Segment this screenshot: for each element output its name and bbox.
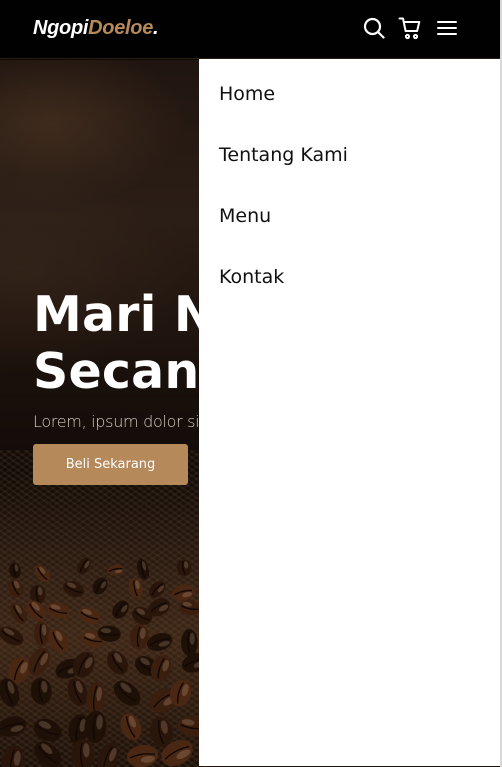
coffee-bean <box>46 602 70 619</box>
coffee-bean <box>97 742 119 767</box>
coffee-bean <box>107 650 128 675</box>
coffee-bean <box>128 578 143 599</box>
logo-primary-text: Ngopi <box>33 17 89 39</box>
navigation-menu-panel: Home Tentang Kami Menu Kontak <box>199 59 500 766</box>
search-icon[interactable] <box>362 16 386 40</box>
logo-dot: . <box>153 17 159 39</box>
coffee-bean <box>92 577 108 595</box>
coffee-bean <box>147 633 173 651</box>
coffee-bean <box>78 607 101 625</box>
coffee-beans-image <box>0 550 210 767</box>
logo-accent-text: Doeloe <box>88 17 154 39</box>
coffee-bean <box>84 710 107 744</box>
coffee-bean <box>176 559 192 576</box>
coffee-bean <box>34 565 51 583</box>
coffee-bean <box>136 559 150 580</box>
coffee-bean <box>107 564 124 576</box>
coffee-bean <box>149 581 166 598</box>
coffee-bean <box>33 718 62 742</box>
coffee-bean <box>120 713 142 741</box>
hamburger-menu-icon[interactable] <box>435 16 459 40</box>
coffee-bean <box>171 584 195 601</box>
menu-item-kontak[interactable]: Kontak <box>219 266 284 288</box>
menu-item-menu[interactable]: Menu <box>219 205 271 227</box>
site-logo[interactable]: NgopiDoeloe. <box>33 17 159 40</box>
coffee-bean <box>1 746 25 767</box>
coffee-bean <box>150 655 172 682</box>
coffee-bean <box>7 579 24 598</box>
navbar: NgopiDoeloe. <box>0 0 502 59</box>
cart-icon[interactable] <box>398 16 422 40</box>
menu-item-tentang-kami[interactable]: Tentang Kami <box>219 144 348 166</box>
coffee-bean <box>86 682 105 715</box>
coffee-bean <box>9 562 21 579</box>
coffee-bean <box>129 624 149 650</box>
coffee-bean <box>0 716 27 737</box>
coffee-bean <box>0 626 24 646</box>
coffee-bean <box>112 600 129 619</box>
coffee-bean <box>33 621 50 647</box>
menu-item-home[interactable]: Home <box>219 83 275 105</box>
coffee-bean <box>30 677 52 705</box>
coffee-bean <box>181 629 198 657</box>
coffee-bean <box>113 680 141 706</box>
coffee-bean <box>63 580 85 598</box>
coffee-bean <box>127 744 159 767</box>
coffee-bean <box>77 557 91 575</box>
buy-now-button[interactable]: Beli Sekarang <box>33 444 188 485</box>
